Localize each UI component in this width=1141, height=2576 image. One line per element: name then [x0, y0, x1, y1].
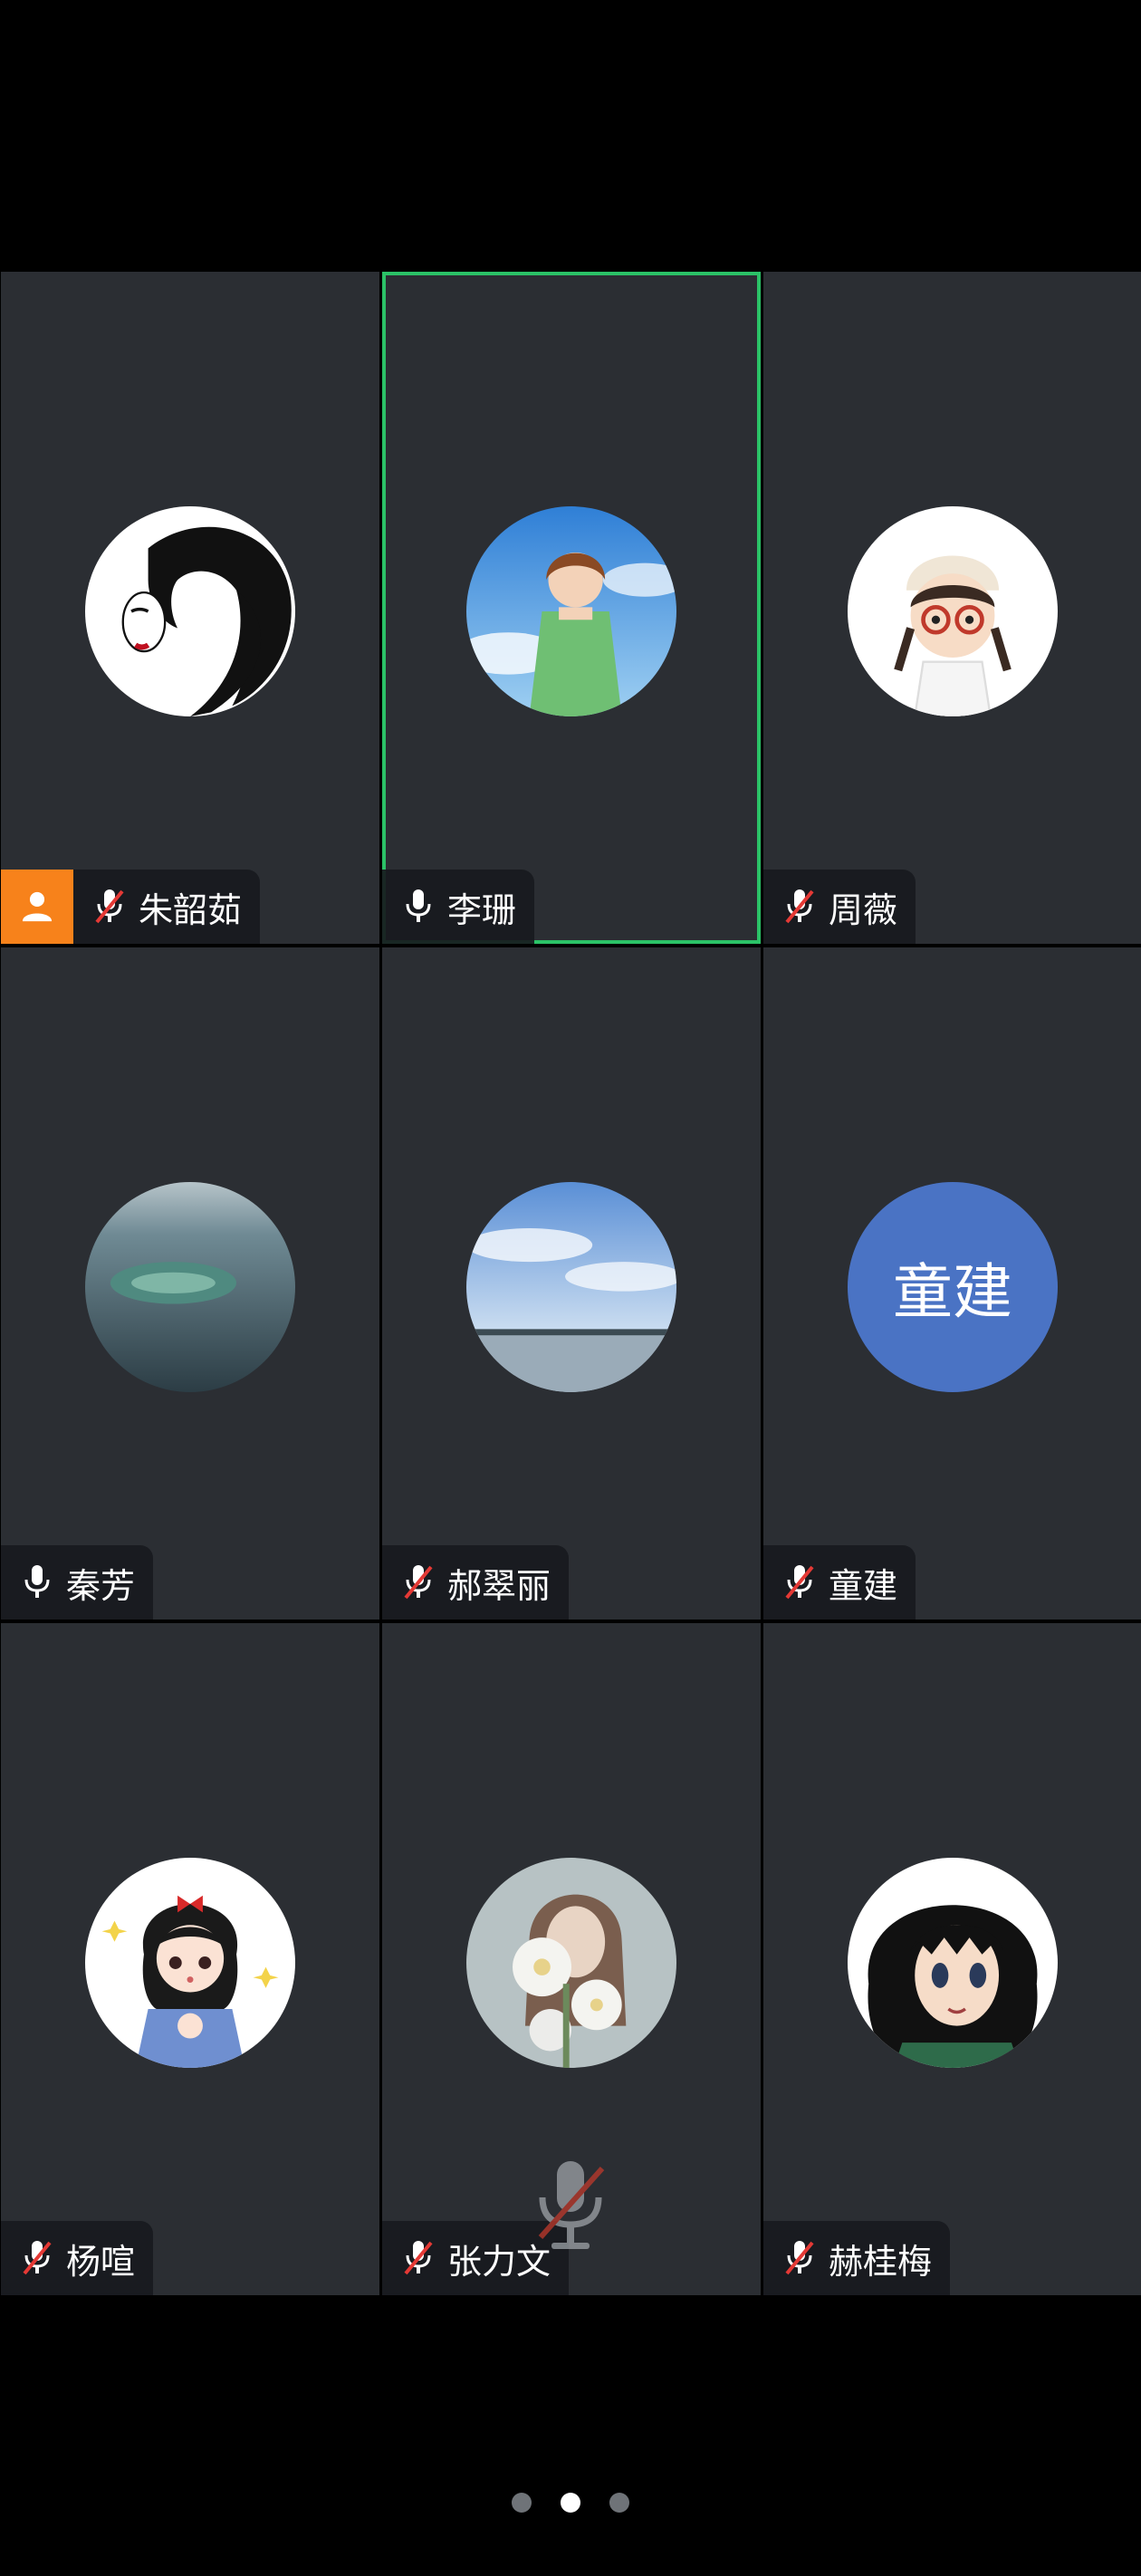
avatar-cartoon-princess-icon	[85, 1858, 295, 2068]
participant-tile[interactable]: 童建 童建	[763, 947, 1141, 1620]
participant-name: 杨喧	[66, 2241, 136, 2282]
avatar-black-hair-woman-icon	[85, 506, 295, 716]
mic-on-icon	[17, 1560, 57, 1605]
user-icon	[22, 891, 53, 922]
avatar-sky-lake-icon	[466, 1182, 676, 1392]
participant-name: 童建	[829, 1565, 898, 1606]
participant-tile[interactable]: 杨喧	[1, 1623, 379, 2295]
participant-label: 周薇	[763, 870, 916, 944]
participant-grid: 朱韶茹 李珊 周薇 秦芳 郝翠丽 童建 童建 杨喧 张力文 赫桂梅	[0, 272, 1141, 2299]
avatar-flowers-woman-icon	[466, 1858, 676, 2068]
participant-name: 李珊	[447, 889, 517, 930]
participant-label: 郝翠丽	[382, 1545, 570, 1620]
participant-tile[interactable]: 秦芳	[1, 947, 379, 1620]
participant-label: 朱韶茹	[1, 870, 261, 944]
muted-mic-overlay-icon	[538, 2161, 605, 2249]
mic-muted-icon	[780, 1560, 820, 1605]
participant-label: 童建	[763, 1545, 916, 1620]
mic-on-icon	[398, 884, 438, 929]
page-dot-current[interactable]	[561, 2493, 580, 2513]
mic-muted-icon	[17, 2235, 57, 2281]
mic-muted-icon	[780, 884, 820, 929]
participant-name: 秦芳	[66, 1565, 136, 1606]
participant-label: 赫桂梅	[763, 2221, 951, 2295]
avatar-girl-glasses-icon	[848, 506, 1058, 716]
page-indicator[interactable]	[0, 2493, 1141, 2513]
participant-tile[interactable]: 李珊	[382, 272, 761, 944]
participant-name: 赫桂梅	[829, 2241, 933, 2282]
mic-muted-icon	[398, 2235, 438, 2281]
mic-muted-icon	[90, 884, 129, 929]
page-dot[interactable]	[512, 2493, 532, 2513]
participant-label: 杨喧	[1, 2221, 154, 2295]
text-avatar: 童建	[848, 1182, 1058, 1392]
mic-muted-icon	[398, 1560, 438, 1605]
avatar-anime-girl-sky-icon	[466, 506, 676, 716]
participant-label: 秦芳	[1, 1545, 154, 1620]
participant-name: 郝翠丽	[447, 1565, 551, 1606]
participant-name: 周薇	[829, 889, 898, 930]
participant-name: 朱韶茹	[139, 889, 243, 930]
participant-label: 李珊	[382, 870, 535, 944]
participant-tile[interactable]: 郝翠丽	[382, 947, 761, 1620]
avatar-anime-boy-icon	[848, 1858, 1058, 2068]
host-badge	[1, 870, 73, 944]
participant-tile[interactable]: 朱韶茹	[1, 272, 379, 944]
avatar-ocean-island-icon	[85, 1182, 295, 1392]
page-dot[interactable]	[609, 2493, 629, 2513]
participant-tile[interactable]: 周薇	[763, 272, 1141, 944]
mic-muted-icon	[780, 2235, 820, 2281]
meeting-screen: 朱韶茹 李珊 周薇 秦芳 郝翠丽 童建 童建 杨喧 张力文 赫桂梅	[0, 0, 1141, 2576]
participant-tile[interactable]: 赫桂梅	[763, 1623, 1141, 2295]
